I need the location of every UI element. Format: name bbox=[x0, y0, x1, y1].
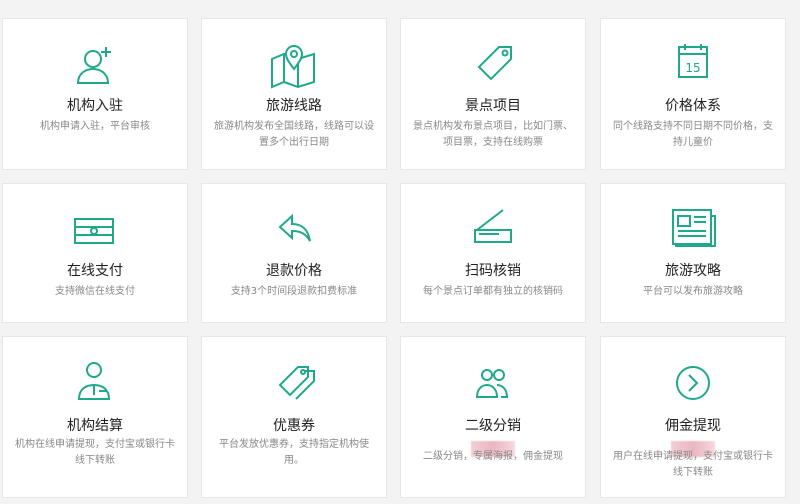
add-user-icon bbox=[65, 39, 125, 91]
feature-grid: 机构入驻 机构申请入驻，平台审核 旅游线路 旅游机构发布全国线路，线路可以设置多… bbox=[0, 0, 800, 504]
feature-card-travel-routes[interactable]: 旅游线路 旅游机构发布全国线路，线路可以设置多个出行日期 bbox=[201, 18, 387, 170]
card-description: 每个景点订单都有独立的核销码 bbox=[423, 286, 563, 297]
card-description: 机构在线申请提现，支付宝或银行卡线下转账 bbox=[15, 439, 175, 466]
tag-icon bbox=[463, 39, 523, 91]
card-title: 佣金提现 bbox=[665, 418, 721, 434]
card-description: 支持3个时间段退款扣费标准 bbox=[230, 286, 358, 297]
feature-card-two-level-distribution[interactable]: 二级分销 二级分销，专属海报，佣金提现 bbox=[400, 336, 586, 498]
map-pin-icon bbox=[264, 39, 324, 91]
feature-card-scan-verify[interactable]: 扫码核销 每个景点订单都有独立的核销码 bbox=[400, 183, 586, 323]
card-description: 旅游机构发布全国线路，线路可以设置多个出行日期 bbox=[214, 121, 374, 148]
card-title: 价格体系 bbox=[665, 98, 721, 114]
feature-card-online-payment[interactable]: 在线支付 支持微信在线支付 bbox=[2, 183, 188, 323]
scanner-icon bbox=[463, 204, 523, 256]
agent-icon bbox=[65, 357, 125, 409]
card-title: 退款价格 bbox=[266, 263, 322, 279]
feature-card-coupons[interactable]: 优惠券 平台发放优惠券，支持指定机构使用。 bbox=[201, 336, 387, 498]
card-title: 二级分销 bbox=[465, 418, 521, 434]
card-description: 二级分销，专属海报，佣金提现 bbox=[423, 451, 563, 462]
card-description: 平台可以发布旅游攻略 bbox=[643, 286, 743, 297]
card-title: 机构结算 bbox=[67, 418, 123, 434]
card-description: 机构申请入驻，平台审核 bbox=[40, 121, 150, 132]
reply-arrow-icon bbox=[264, 204, 324, 256]
card-title: 在线支付 bbox=[67, 263, 123, 279]
coupon-tags-icon bbox=[264, 357, 324, 409]
feature-card-scenic-items[interactable]: 景点项目 景点机构发布景点项目，比如门票、项目票，支持在线购票 bbox=[400, 18, 586, 170]
feature-card-travel-guide[interactable]: 旅游攻略 平台可以发布旅游攻略 bbox=[600, 183, 786, 323]
newspaper-icon bbox=[663, 204, 723, 256]
feature-card-price-system[interactable]: 15 价格体系 同个线路支持不同日期不同价格，支持儿童价 bbox=[600, 18, 786, 170]
card-title: 旅游线路 bbox=[266, 98, 322, 114]
card-description: 用户在线申请提现，支付宝或银行卡线下转账 bbox=[613, 451, 773, 478]
calendar-icon: 15 bbox=[663, 39, 723, 91]
feature-card-agency-join[interactable]: 机构入驻 机构申请入驻，平台审核 bbox=[2, 18, 188, 170]
cash-stack-icon bbox=[65, 204, 125, 256]
card-description: 同个线路支持不同日期不同价格，支持儿童价 bbox=[613, 121, 773, 148]
card-title: 优惠券 bbox=[273, 418, 315, 434]
card-description: 支持微信在线支付 bbox=[55, 286, 135, 297]
card-title: 机构入驻 bbox=[67, 98, 123, 114]
calendar-day: 15 bbox=[685, 61, 700, 75]
card-description: 平台发放优惠券，支持指定机构使用。 bbox=[219, 439, 369, 466]
card-title: 扫码核销 bbox=[465, 263, 521, 279]
chevron-circle-icon bbox=[663, 357, 723, 409]
card-title: 景点项目 bbox=[465, 98, 521, 114]
card-description: 景点机构发布景点项目，比如门票、项目票，支持在线购票 bbox=[413, 121, 573, 148]
card-title: 旅游攻略 bbox=[665, 263, 721, 279]
feature-card-commission-withdraw[interactable]: 佣金提现 用户在线申请提现，支付宝或银行卡线下转账 bbox=[600, 336, 786, 498]
users-icon bbox=[463, 357, 523, 409]
feature-card-refund-price[interactable]: 退款价格 支持3个时间段退款扣费标准 bbox=[201, 183, 387, 323]
feature-card-agency-settlement[interactable]: 机构结算 机构在线申请提现，支付宝或银行卡线下转账 bbox=[2, 336, 188, 498]
